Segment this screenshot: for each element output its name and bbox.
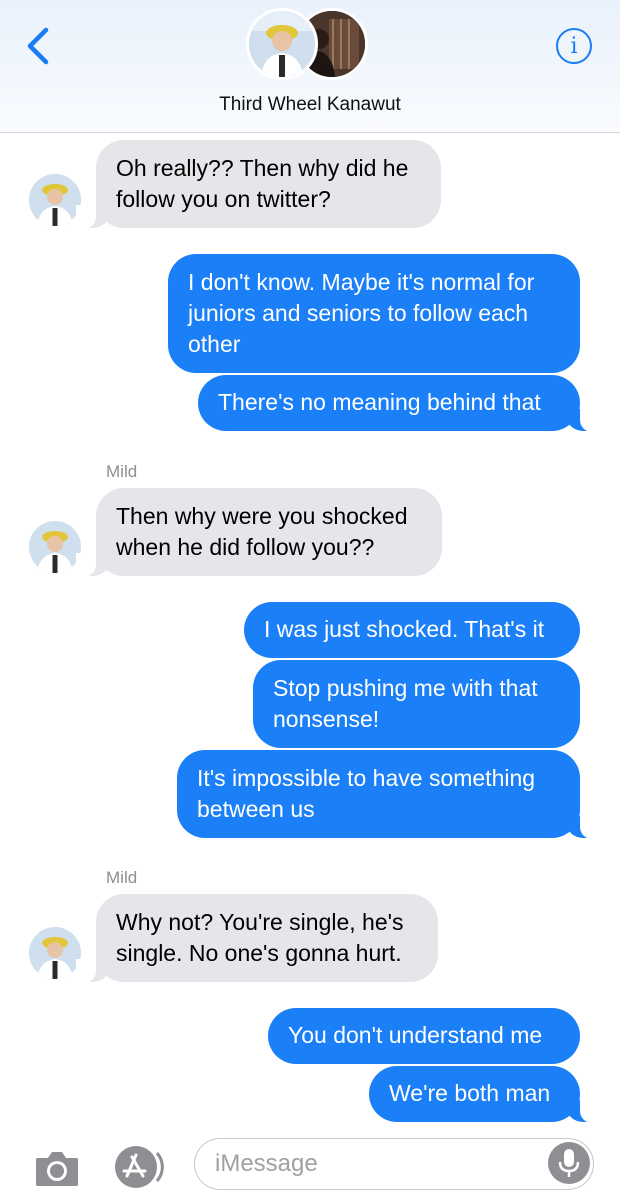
- message-text: Stop pushing me with that nonsense!: [273, 675, 538, 732]
- camera-icon: [36, 1152, 78, 1186]
- message-text: It's impossible to have something betwee…: [197, 765, 536, 822]
- message-text: I was just shocked. That's it: [264, 616, 545, 642]
- avatar: [29, 927, 81, 979]
- message-bubble-outgoing[interactable]: You don't understand me: [268, 1008, 580, 1064]
- message-bubble-incoming[interactable]: Why not? You're single, he's single. No …: [76, 894, 438, 983]
- app-store-icon: [115, 1146, 164, 1188]
- message-input-placeholder: iMessage: [215, 1150, 318, 1177]
- message-list: Oh really?? Then why did he follow you o…: [0, 0, 620, 1200]
- message-text: Why not? You're single, he's single. No …: [116, 909, 404, 966]
- sender-name: Mild: [106, 868, 138, 887]
- message-bubble-outgoing[interactable]: I don't know. Maybe it's normal for juni…: [168, 254, 580, 373]
- message-text: There's no meaning behind that: [218, 389, 541, 415]
- message-bubble-incoming[interactable]: Then why were you shocked when he did fo…: [76, 488, 442, 577]
- message-text: Then why were you shocked when he did fo…: [116, 503, 408, 560]
- message-bubble-incoming[interactable]: Oh really?? Then why did he follow you o…: [76, 140, 441, 229]
- message-text: We're both man: [389, 1080, 551, 1106]
- message-bubble-outgoing[interactable]: Stop pushing me with that nonsense!: [253, 660, 580, 748]
- camera-button[interactable]: [34, 1146, 80, 1188]
- message-bubble-outgoing[interactable]: I was just shocked. That's it: [244, 602, 580, 658]
- message-bubble-outgoing[interactable]: There's no meaning behind that: [198, 375, 600, 432]
- sender-name: Mild: [106, 462, 138, 481]
- microphone-button[interactable]: [548, 1142, 590, 1184]
- message-input[interactable]: iMessage: [194, 1138, 594, 1190]
- message-bubble-outgoing[interactable]: It's impossible to have something betwee…: [177, 750, 600, 839]
- avatar: [29, 521, 81, 573]
- message-bubble-outgoing[interactable]: We're both man: [369, 1066, 600, 1123]
- message-composer: iMessage: [0, 1126, 620, 1200]
- message-text: You don't understand me: [288, 1022, 543, 1048]
- message-text: I don't know. Maybe it's normal for juni…: [188, 269, 535, 357]
- microphone-icon: [558, 1149, 580, 1177]
- app-store-button[interactable]: [112, 1144, 166, 1190]
- avatar: [29, 174, 81, 226]
- avatar: [246, 8, 318, 80]
- message-text: Oh really?? Then why did he follow you o…: [116, 155, 409, 212]
